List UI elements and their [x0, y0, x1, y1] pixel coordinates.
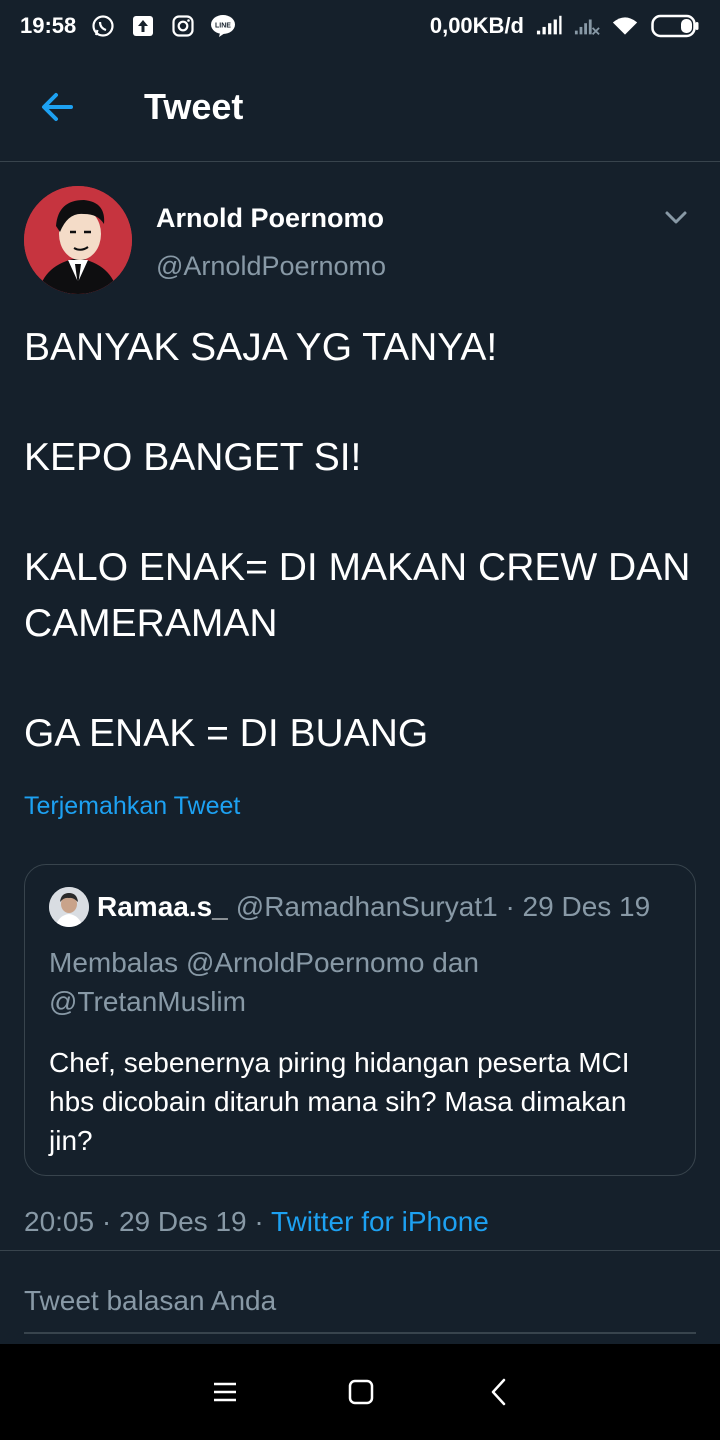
battery-icon	[650, 13, 700, 39]
instagram-icon	[170, 13, 196, 39]
tweet-meta: 20:05 · 29 Des 19 · Twitter for iPhone	[24, 1200, 489, 1244]
home-icon	[348, 1379, 374, 1405]
chevron-down-icon	[665, 211, 687, 224]
source-app-link[interactable]: Twitter for iPhone	[271, 1206, 489, 1237]
home-button[interactable]	[331, 1362, 391, 1422]
divider	[0, 1250, 720, 1251]
svg-text:LINE: LINE	[215, 23, 231, 30]
quoted-display-name: Ramaa.s_	[97, 891, 228, 922]
tweet-paragraph: KEPO BANGET SI!	[24, 436, 362, 479]
quoted-tweet[interactable]: Ramaa.s_ @RamadhanSuryat1 · 29 Des 19 Me…	[24, 864, 696, 1176]
wifi-icon	[612, 13, 638, 39]
tweet-text: BANYAK SAJA YG TANYA! KEPO BANGET SI! KA…	[24, 320, 696, 762]
whatsapp-icon	[90, 13, 116, 39]
author-display-name[interactable]: Arnold Poernomo	[156, 202, 386, 234]
quoted-reply-context: Membalas @ArnoldPoernomo dan @TretanMusl…	[49, 947, 479, 1017]
menu-button[interactable]	[195, 1362, 255, 1422]
signal-no-service-icon	[574, 13, 600, 39]
page-title: Tweet	[144, 85, 244, 127]
top-app-bar: Tweet	[0, 52, 720, 162]
quoted-meta: @RamadhanSuryat1 · 29 Des 19	[235, 891, 651, 922]
tweet-options-button[interactable]	[656, 198, 696, 238]
translate-tweet-link[interactable]: Terjemahkan Tweet	[24, 786, 696, 826]
reply-input[interactable]	[24, 1270, 696, 1334]
back-button[interactable]	[22, 72, 92, 142]
status-bar: 19:58 LINE 0,00KB/d	[0, 0, 720, 52]
menu-icon	[214, 1382, 236, 1402]
arrow-left-icon	[42, 92, 73, 121]
tweet-timestamp: 20:05 · 29 Des 19 ·	[24, 1206, 271, 1237]
author-handle[interactable]: @ArnoldPoernomo	[156, 250, 386, 282]
back-icon	[491, 1378, 506, 1406]
system-nav-bar	[0, 1344, 720, 1440]
tweet-paragraph: GA ENAK = DI BUANG	[24, 712, 429, 755]
tweet-paragraph: KALO ENAK= DI MAKAN CREW DAN CAMERAMAN	[24, 546, 691, 645]
quoted-text: Chef, sebenernya piring hidangan peserta…	[49, 1047, 630, 1156]
system-back-button[interactable]	[469, 1362, 529, 1422]
line-icon: LINE	[210, 13, 236, 39]
status-time: 19:58	[20, 13, 77, 38]
tweet-paragraph: BANYAK SAJA YG TANYA!	[24, 326, 498, 369]
quoted-avatar	[49, 887, 89, 927]
avatar[interactable]	[24, 186, 132, 294]
upload-icon	[130, 13, 156, 39]
network-speed: 0,00KB/d	[429, 13, 524, 38]
tweet: Arnold Poernomo @ArnoldPoernomo BANYAK S…	[24, 186, 696, 826]
signal-icon	[536, 13, 562, 39]
